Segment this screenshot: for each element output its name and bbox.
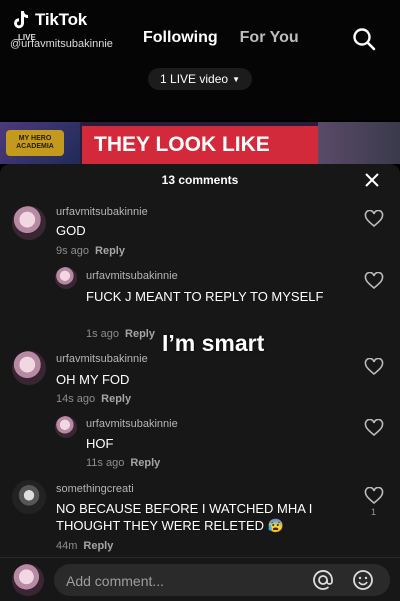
comment-text: FUCK J MEANT TO REPLY TO MYSELF <box>86 289 324 304</box>
show-logo-text: MY HERO ACADEMIA <box>16 135 54 150</box>
comment-text: GOD <box>56 223 86 238</box>
comment-meta: 9s ago Reply <box>56 245 125 257</box>
heart-icon[interactable] <box>364 210 384 228</box>
show-logo: MY HERO ACADEMIA <box>6 130 64 156</box>
tab-for-you[interactable]: For You <box>240 29 299 47</box>
comment-input-container <box>54 564 390 598</box>
comments-panel: 13 comments urfavmitsubakinnie GOD 9s ag… <box>0 164 400 600</box>
comment-time: 9s ago <box>56 245 90 257</box>
comment-time: 1s ago <box>86 328 120 340</box>
avatar[interactable] <box>55 416 77 438</box>
comment-username[interactable]: somethingcreati <box>56 483 134 495</box>
comment-meta: 14s ago Reply <box>56 393 131 405</box>
avatar[interactable] <box>55 267 77 289</box>
comment-count: 13 comments <box>161 173 239 187</box>
avatar[interactable] <box>12 351 46 385</box>
heart-icon[interactable] <box>364 272 384 290</box>
video-banner: THEY LOOK LIKE <box>82 126 318 164</box>
avatar[interactable] <box>12 206 46 240</box>
comment-username[interactable]: urfavmitsubakinnie <box>86 270 178 282</box>
tab-following[interactable]: Following <box>143 29 218 47</box>
reply-button[interactable]: Reply <box>95 245 125 257</box>
comment-text: OH MY FOD <box>56 372 130 387</box>
comment-meta: 11s ago Reply <box>86 457 160 469</box>
comment-text: NO BECAUSE BEFORE I WATCHED MHA I THOUGH… <box>56 501 313 533</box>
tiktok-logo-icon <box>14 11 28 29</box>
reply-button[interactable]: Reply <box>83 540 113 552</box>
reply-button[interactable]: Reply <box>130 457 160 469</box>
comment-input[interactable] <box>64 564 288 598</box>
comment-time: 14s ago <box>56 393 96 405</box>
video-preview[interactable]: MY HERO ACADEMIA THEY LOOK LIKE <box>0 122 400 164</box>
live-video-pill[interactable]: 1 LIVE video ▼ <box>148 68 252 90</box>
comment-time: 44m <box>56 540 78 552</box>
live-pill-label: 1 LIVE video <box>160 72 229 86</box>
avatar[interactable] <box>12 480 46 514</box>
reply-button[interactable]: Reply <box>125 328 155 340</box>
close-icon[interactable] <box>364 172 380 188</box>
heart-icon[interactable] <box>364 358 384 376</box>
feed-tabs: Following For You <box>143 29 299 47</box>
comments-header: 13 comments <box>0 164 400 196</box>
tiktok-logo: TikTok <box>12 10 87 30</box>
username-watermark: @urfavmitsubakinnie <box>10 38 113 50</box>
heart-icon[interactable] <box>364 487 384 505</box>
comment-username[interactable]: urfavmitsubakinnie <box>56 206 148 218</box>
comment-time: 11s ago <box>86 457 125 469</box>
comment-meta: 44m Reply <box>56 540 113 552</box>
video-caption-overlay: I’m smart <box>162 330 265 356</box>
video-right-area <box>318 122 400 164</box>
comment-text: HOF <box>86 436 114 451</box>
comment-username[interactable]: urfavmitsubakinnie <box>86 418 178 430</box>
reply-button[interactable]: Reply <box>101 393 131 405</box>
search-icon[interactable] <box>352 27 376 51</box>
at-icon[interactable] <box>312 569 334 591</box>
comment-input-bar <box>0 557 400 601</box>
like-count: 1 <box>371 507 377 517</box>
video-left-area: MY HERO ACADEMIA <box>0 122 80 164</box>
video-banner-text: THEY LOOK LIKE <box>94 133 270 156</box>
heart-icon[interactable] <box>364 419 384 437</box>
app-name: TikTok <box>35 10 88 29</box>
comment-meta: 1s ago Reply <box>86 328 155 340</box>
app-header: TikTok LIVE @urfavmitsubakinnie Followin… <box>0 0 400 120</box>
comment-username[interactable]: urfavmitsubakinnie <box>56 353 148 365</box>
caret-down-icon: ▼ <box>232 74 240 84</box>
user-avatar <box>12 564 44 596</box>
emoji-icon[interactable] <box>352 569 374 591</box>
